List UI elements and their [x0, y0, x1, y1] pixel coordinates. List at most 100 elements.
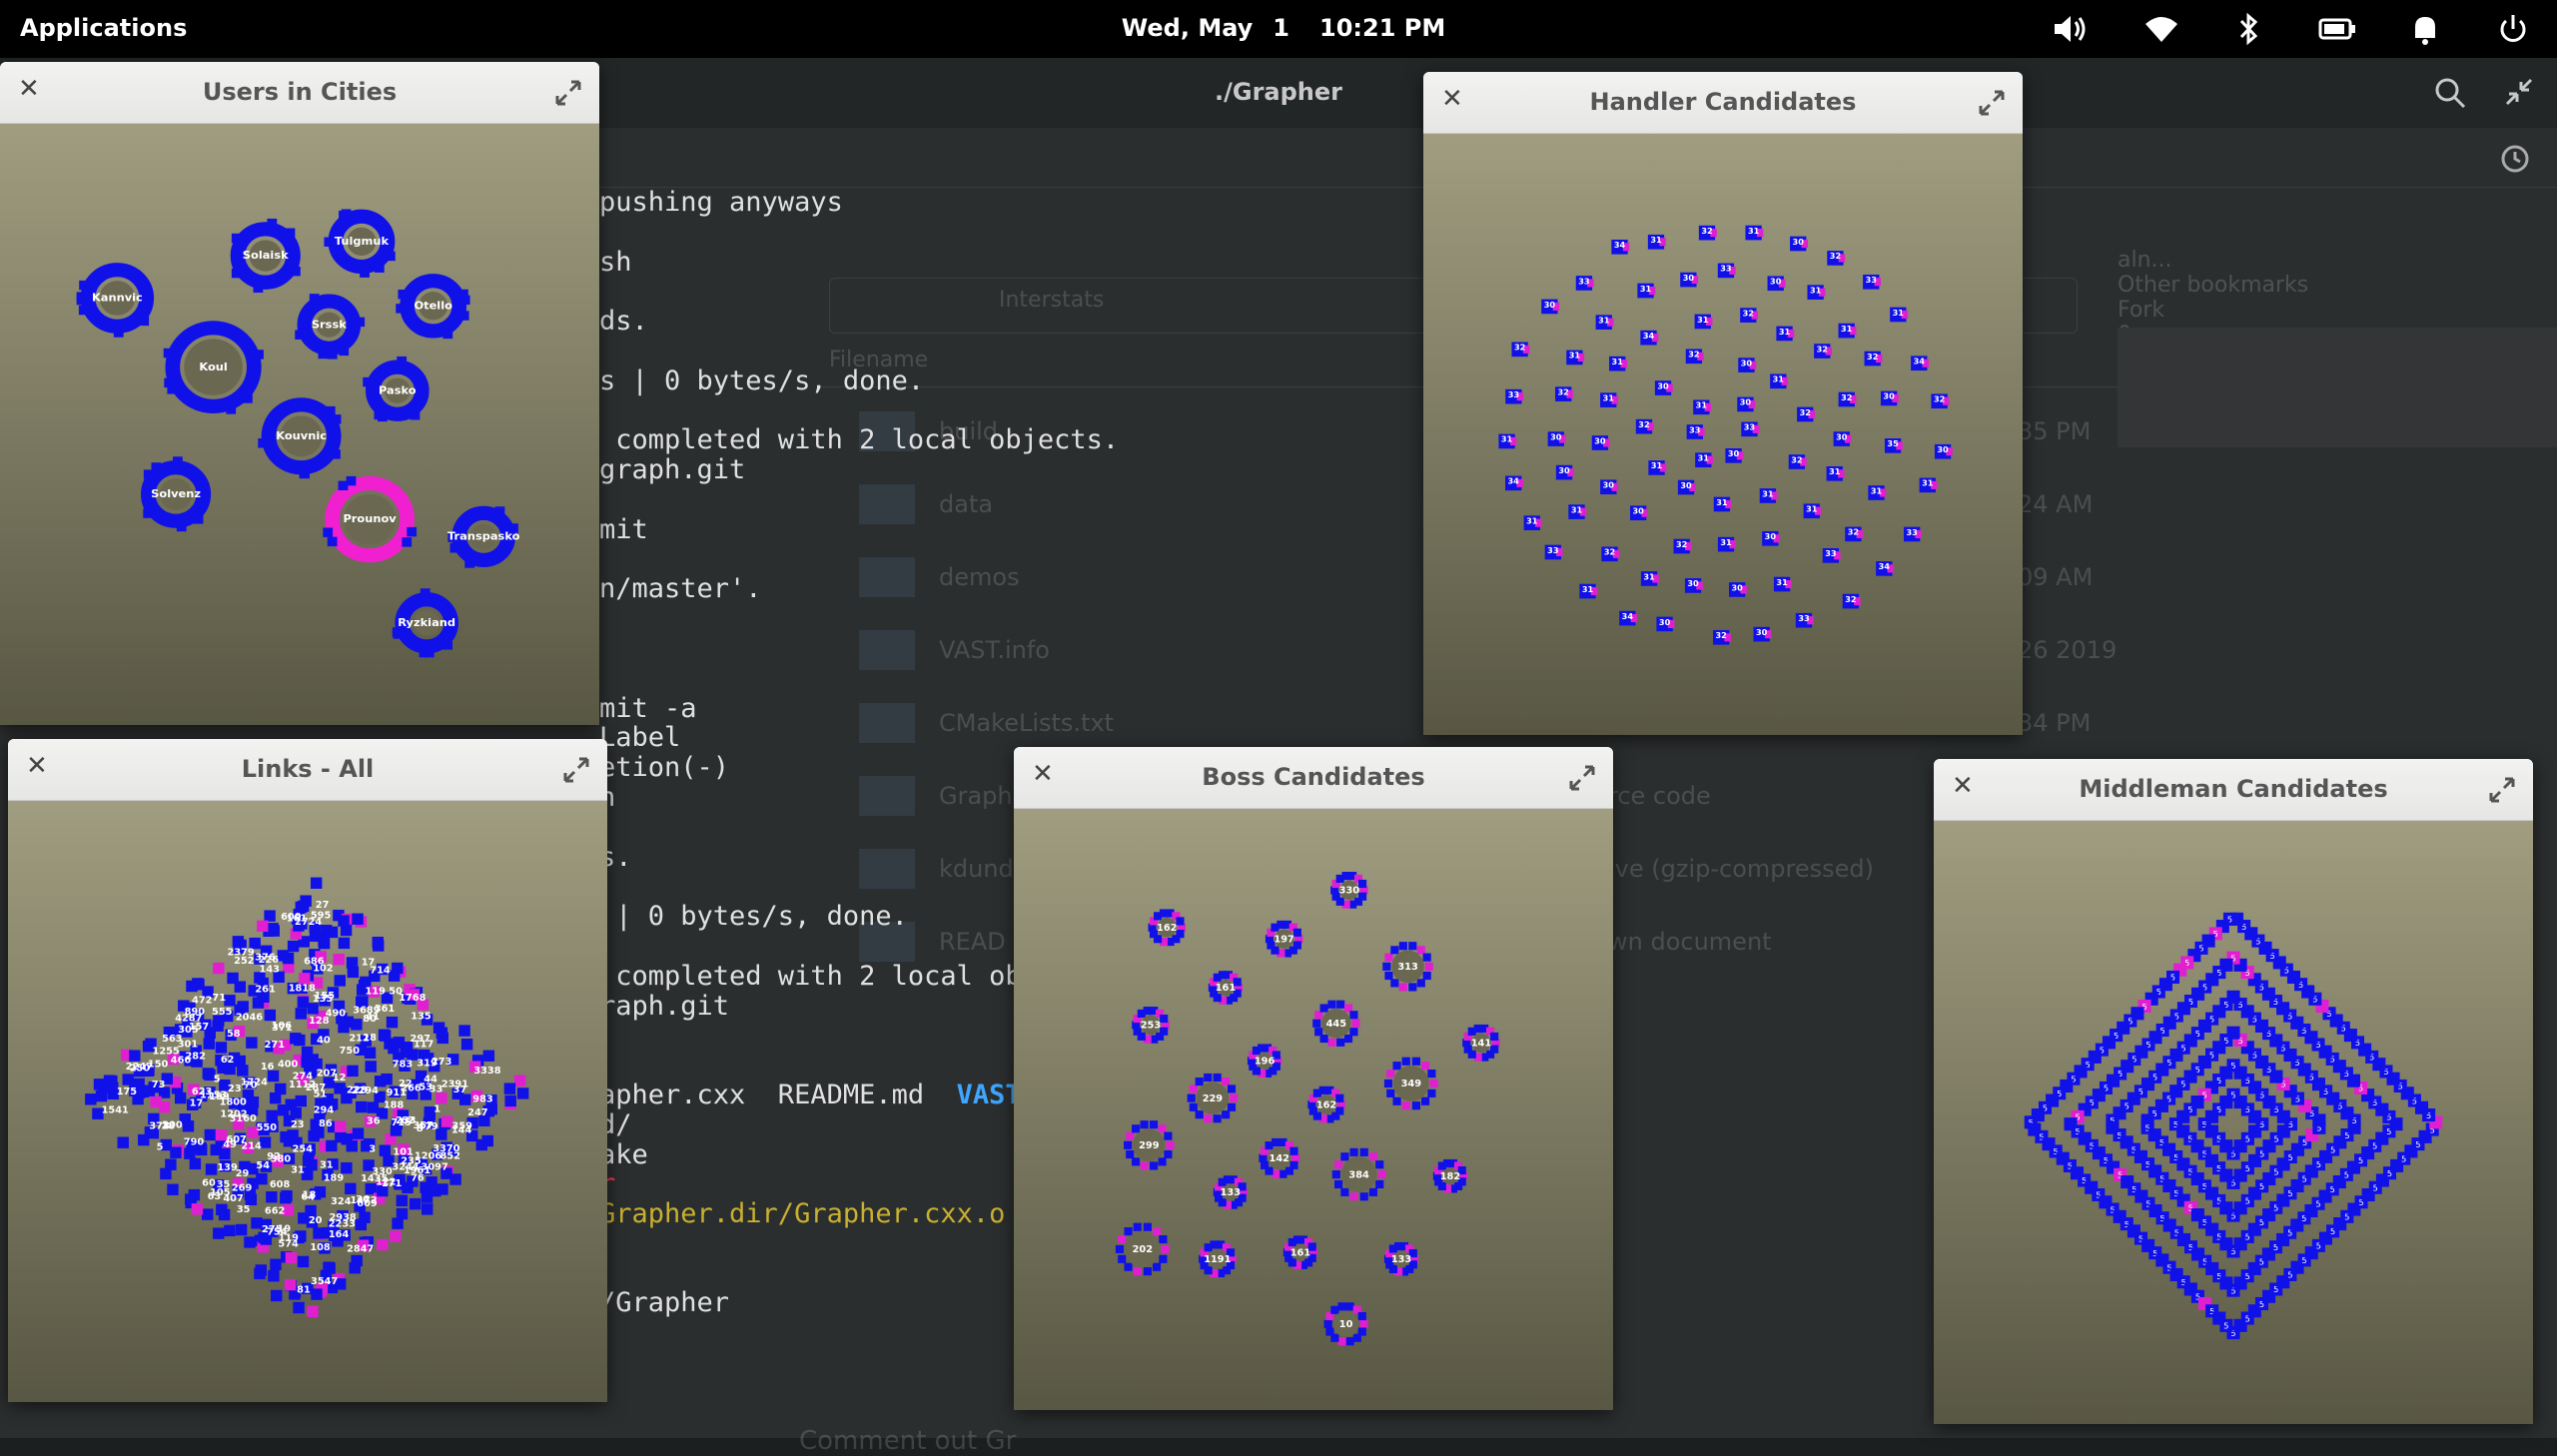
link-label: 662: [265, 1206, 285, 1217]
boss-node: [1398, 942, 1407, 951]
handler-candidates-window[interactable]: ✕ Handler Candidates 33 30 31 33 31 30 32 31 31 3…: [1423, 72, 2023, 735]
boss-node: [1377, 1170, 1386, 1179]
maximize-icon[interactable]: [2485, 773, 2519, 807]
terminal-line: s | 0 bytes/s, done.: [599, 364, 925, 396]
link-node: [333, 953, 345, 966]
user-node: [363, 376, 374, 387]
link-node: [204, 1128, 217, 1141]
handler-label: 31: [1501, 434, 1513, 444]
window-titlebar[interactable]: ✕ Users in Cities: [0, 62, 599, 124]
graph-canvas[interactable]: 33 30 31 33 31 30 32 31 31 30 31 32 30 32 30 31 32 31 30 31…: [1423, 134, 2023, 735]
link-node: [386, 1016, 399, 1029]
handler-label: 33: [1798, 613, 1809, 623]
link-node: [392, 962, 404, 975]
user-node: [253, 283, 264, 293]
link-label: 1: [433, 1104, 440, 1115]
handler-node: 32: [1931, 393, 1950, 409]
boss-node: [1349, 1147, 1358, 1156]
wifi-icon[interactable]: [2141, 12, 2181, 46]
window-titlebar[interactable]: ✕ Middleman Candidates: [1934, 759, 2533, 821]
links-all-window[interactable]: ✕ Links - All 472 3370 574 2724 1818 852 371 30…: [8, 739, 607, 1402]
link-node: [347, 1065, 359, 1078]
boss-label: 161: [1290, 1247, 1311, 1258]
boss-node: [1222, 1110, 1231, 1119]
handler-node: 30: [1656, 616, 1675, 632]
middleman-candidates-window[interactable]: ✕ Middleman Candidates 55555555555555555…: [1934, 759, 2533, 1424]
handler-node: 31: [1770, 373, 1789, 389]
handler-label: 30: [1756, 627, 1768, 637]
window-titlebar[interactable]: ✕ Boss Candidates: [1014, 747, 1613, 809]
boss-node: [1149, 1120, 1159, 1129]
users-in-cities-window[interactable]: ✕ Users in Cities Kannvic Solaisk Tulgmuk O…: [0, 62, 599, 725]
handler-node: 30: [1728, 582, 1747, 597]
link-node: [191, 1203, 204, 1215]
link-node: [213, 1227, 225, 1239]
link-label: 608: [270, 1179, 291, 1190]
maximize-icon[interactable]: [1565, 761, 1599, 795]
link-label: 783: [393, 1059, 414, 1070]
link-node: [285, 1251, 298, 1264]
link-label: 2847: [347, 1244, 374, 1255]
boss-node: [1204, 1114, 1213, 1123]
boss-node: [1340, 1187, 1349, 1196]
handler-node: 31: [1826, 465, 1845, 481]
handler-label: 32: [1676, 539, 1687, 549]
search-icon[interactable]: [2433, 76, 2467, 110]
graph-canvas[interactable]: Kannvic Solaisk Tulgmuk Otello Koul Srssk Pask…: [0, 124, 599, 725]
battery-icon[interactable]: [2317, 12, 2357, 46]
handler-label: 31: [1720, 537, 1732, 547]
graph-canvas[interactable]: 472 3370 574 2724 1818 852 371 305 376 380 2233 154…: [8, 801, 607, 1402]
handler-label: 32: [1688, 350, 1699, 360]
link-label: 189: [324, 1172, 345, 1183]
restore-icon[interactable]: [2503, 76, 2535, 108]
link-node: [237, 1065, 249, 1077]
boss-candidates-window[interactable]: ✕ Boss Candidates 162 197 330 161 313 253 445 1…: [1014, 747, 1613, 1410]
handler-node: 30: [1790, 236, 1809, 252]
bluetooth-icon[interactable]: [2229, 12, 2269, 46]
user-node: [331, 414, 342, 424]
terminal-line: Grapher.dir/Grapher.cxx.o: [599, 1198, 1006, 1230]
city-cluster: Solvenz: [141, 456, 212, 532]
link-node: [202, 1068, 215, 1080]
city-cluster: Pasko: [363, 356, 429, 422]
handler-label: 32: [1830, 251, 1841, 261]
middleman-node: 5: [2219, 1318, 2233, 1332]
link-node: [290, 1106, 302, 1119]
link-node: [188, 1188, 201, 1201]
handler-node: 31: [1637, 283, 1656, 299]
volume-icon[interactable]: [2052, 12, 2092, 46]
history-icon[interactable]: [2497, 142, 2531, 176]
boss-node: [1411, 1057, 1420, 1066]
user-node: [295, 330, 306, 340]
maximize-icon[interactable]: [551, 76, 585, 110]
link-node: [377, 1238, 389, 1251]
user-node: [243, 393, 253, 403]
fm-row-type: wn document: [1608, 928, 1772, 956]
maximize-icon[interactable]: [559, 753, 593, 787]
handler-label: 30: [1937, 444, 1949, 454]
handler-label: 32: [1841, 392, 1852, 402]
boss-label: 161: [1216, 983, 1237, 994]
user-node: [407, 526, 418, 537]
power-icon[interactable]: [2493, 12, 2533, 46]
link-node: [264, 1009, 277, 1022]
handler-node: 34: [1911, 356, 1930, 371]
bell-icon[interactable]: [2405, 12, 2445, 46]
boss-node: [1384, 971, 1393, 981]
boss-node: [1126, 1149, 1135, 1159]
window-titlebar[interactable]: ✕ Links - All: [8, 739, 607, 801]
boss-cluster: 313: [1382, 942, 1433, 992]
link-label: 254: [293, 1143, 314, 1154]
graph-canvas[interactable]: 162 197 330 161 313 253 445 141 196 349 229 162 299 1…: [1014, 809, 1613, 1410]
user-node: [151, 462, 162, 472]
boss-node: [1230, 1093, 1239, 1102]
handler-node: 31: [1713, 496, 1732, 512]
city-label: Prounov: [343, 512, 397, 525]
handler-label: 31: [1773, 374, 1785, 384]
graph-canvas[interactable]: 5555555555555555555555555555555555555555…: [1934, 821, 2533, 1424]
link-label: 600: [281, 912, 302, 923]
boss-node: [1319, 1004, 1328, 1013]
window-titlebar[interactable]: ✕ Handler Candidates: [1423, 72, 2023, 134]
maximize-icon[interactable]: [1975, 86, 2009, 120]
handler-label: 31: [1582, 584, 1594, 594]
